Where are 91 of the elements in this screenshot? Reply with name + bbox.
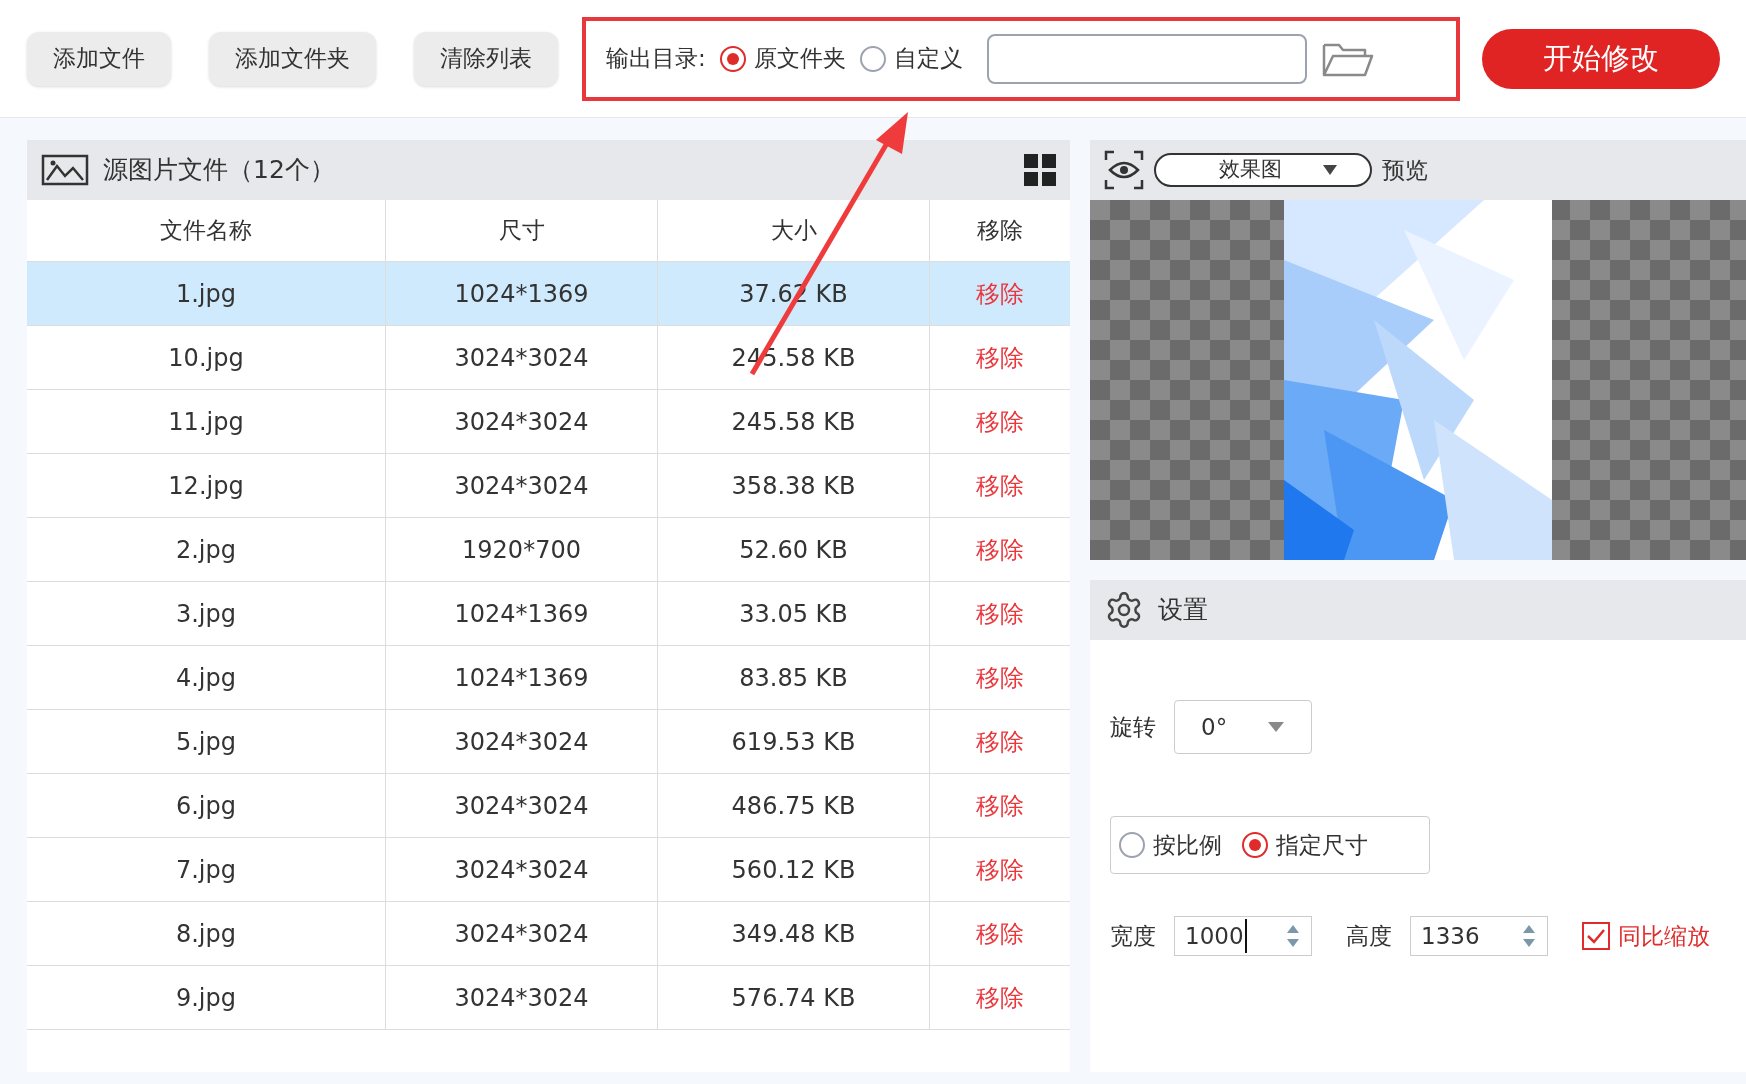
radio-button[interactable]: [719, 45, 746, 72]
image-dimensions: 3024*3024: [454, 854, 589, 886]
image-dimensions: 3024*3024: [454, 342, 589, 374]
file-name: 7.jpg: [175, 854, 236, 886]
file-size: 245.58 KB: [731, 406, 856, 438]
height-field[interactable]: 1336: [1410, 916, 1548, 956]
image-dimensions: 3024*3024: [454, 726, 589, 758]
remove-link[interactable]: 移除: [976, 339, 1024, 376]
radio-button[interactable]: [859, 45, 886, 72]
caret-icon: [1321, 164, 1338, 176]
settings-title: 设置: [1158, 594, 1208, 627]
start-button[interactable]: 开始修改: [1482, 28, 1720, 89]
file-row[interactable]: 5.jpg 3024*3024 619.53 KB 移除: [27, 710, 1070, 774]
remove-link[interactable]: 移除: [976, 787, 1024, 824]
file-size: 576.74 KB: [731, 982, 856, 1014]
preview-mode-dropdown[interactable]: 效果图: [1154, 153, 1372, 187]
column-header: 尺寸: [386, 200, 658, 261]
file-row[interactable]: 8.jpg 3024*3024 349.48 KB 移除: [27, 902, 1070, 966]
file-name: 10.jpg: [168, 342, 244, 374]
remove-link[interactable]: 移除: [976, 659, 1024, 696]
remove-link[interactable]: 移除: [976, 851, 1024, 888]
remove-link[interactable]: 移除: [976, 979, 1024, 1016]
file-size: 83.85 KB: [739, 662, 848, 694]
preview-label: 预览: [1382, 155, 1428, 185]
remove-link[interactable]: 移除: [976, 723, 1024, 760]
remove-link[interactable]: 移除: [976, 595, 1024, 632]
height-label: 高度: [1346, 921, 1392, 951]
file-name: 9.jpg: [175, 982, 236, 1014]
file-row[interactable]: 2.jpg 1920*700 52.60 KB 移除: [27, 518, 1070, 582]
file-size: 358.38 KB: [731, 470, 856, 502]
file-row[interactable]: 12.jpg 3024*3024 358.38 KB 移除: [27, 454, 1070, 518]
file-row[interactable]: 4.jpg 1024*1369 83.85 KB 移除: [27, 646, 1070, 710]
remove-link[interactable]: 移除: [976, 915, 1024, 952]
checkbox-label: 同比缩放: [1618, 921, 1710, 951]
file-name: 1.jpg: [175, 278, 236, 310]
caret-icon: [1267, 721, 1285, 733]
file-name: 8.jpg: [175, 918, 236, 950]
remove-link[interactable]: 移除: [976, 403, 1024, 440]
image-dimensions: 1024*1369: [454, 598, 589, 630]
image-dimensions: 3024*3024: [454, 918, 589, 950]
rotation-label: 旋转: [1110, 712, 1156, 742]
image-dimensions: 3024*3024: [454, 790, 589, 822]
image-dimensions: 1920*700: [462, 534, 581, 566]
grid-view-icon[interactable]: [1024, 154, 1056, 186]
toolbar-button[interactable]: 清除列表: [414, 31, 558, 86]
radio-label: 自定义: [893, 44, 963, 74]
image-dimensions: 1024*1369: [454, 278, 589, 310]
file-name: 2.jpg: [175, 534, 236, 566]
image-icon: [41, 154, 89, 186]
radio-button[interactable]: [1242, 832, 1268, 858]
rotation-dropdown[interactable]: 0°: [1174, 700, 1312, 754]
radio-button[interactable]: [1119, 832, 1145, 858]
output-label: 输出目录:: [606, 44, 706, 74]
remove-link[interactable]: 移除: [976, 531, 1024, 568]
file-name: 3.jpg: [175, 598, 236, 630]
checkbox[interactable]: [1582, 922, 1610, 950]
toolbar-button[interactable]: 添加文件: [27, 31, 171, 86]
file-row[interactable]: 7.jpg 3024*3024 560.12 KB 移除: [27, 838, 1070, 902]
check-icon: [1586, 928, 1606, 944]
radio-label: 按比例: [1153, 830, 1222, 860]
remove-link[interactable]: 移除: [976, 467, 1024, 504]
file-size: 33.05 KB: [739, 598, 848, 630]
radio-label: 指定尺寸: [1276, 830, 1368, 860]
file-row[interactable]: 11.jpg 3024*3024 245.58 KB 移除: [27, 390, 1070, 454]
file-size: 486.75 KB: [731, 790, 856, 822]
file-name: 11.jpg: [168, 406, 244, 438]
toolbar-button[interactable]: 添加文件夹: [209, 31, 376, 86]
file-row[interactable]: 9.jpg 3024*3024 576.74 KB 移除: [27, 966, 1070, 1030]
file-size: 52.60 KB: [739, 534, 848, 566]
file-name: 12.jpg: [168, 470, 244, 502]
file-name: 5.jpg: [175, 726, 236, 758]
eye-icon[interactable]: [1104, 150, 1144, 190]
column-header: 大小: [658, 200, 930, 261]
image-dimensions: 3024*3024: [454, 982, 589, 1014]
width-label: 宽度: [1110, 921, 1156, 951]
file-name: 6.jpg: [175, 790, 236, 822]
column-header: 文件名称: [27, 200, 386, 261]
radio-label: 原文件夹: [753, 44, 846, 74]
file-row[interactable]: 3.jpg 1024*1369 33.05 KB 移除: [27, 582, 1070, 646]
image-dimensions: 3024*3024: [454, 406, 589, 438]
output-path-field[interactable]: [986, 33, 1307, 84]
file-size: 349.48 KB: [731, 918, 856, 950]
file-size: 619.53 KB: [731, 726, 856, 758]
column-header: 移除: [976, 216, 1024, 246]
width-field[interactable]: 1000: [1174, 916, 1312, 956]
file-row[interactable]: 6.jpg 3024*3024 486.75 KB 移除: [27, 774, 1070, 838]
file-size: 560.12 KB: [731, 854, 856, 886]
file-name: 4.jpg: [175, 662, 236, 694]
panel-title: 源图片文件（12个）: [103, 154, 336, 187]
image-dimensions: 1024*1369: [454, 662, 589, 694]
image-dimensions: 3024*3024: [454, 470, 589, 502]
